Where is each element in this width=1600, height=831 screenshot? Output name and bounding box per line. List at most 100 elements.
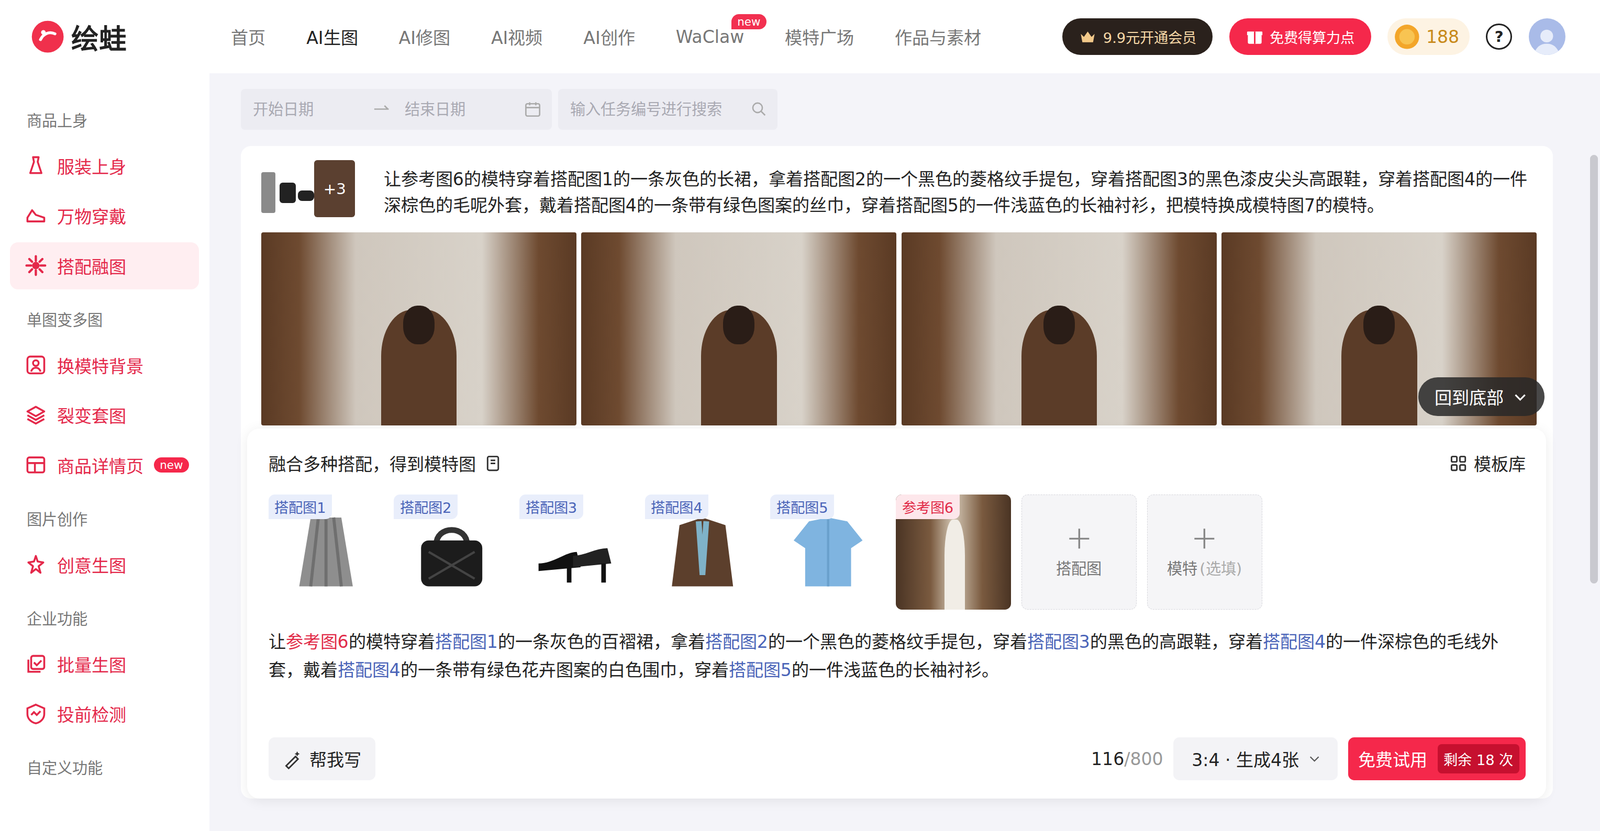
logo[interactable]: 绘蛙	[30, 16, 127, 57]
magic-pen-icon	[282, 749, 304, 770]
result-image[interactable]	[581, 232, 897, 426]
composer-panel: 融合多种搭配，得到模特图模板库搭配图1搭配图2搭配图3搭配图4搭配图5参考图6搭…	[247, 428, 1547, 800]
slot-label: 搭配图4	[645, 494, 709, 520]
section-title: 图片创作	[9, 507, 199, 530]
frog-logo-icon	[30, 19, 65, 54]
help-write-button[interactable]: 帮我写	[268, 737, 376, 781]
thumb-more: +3	[314, 160, 355, 218]
image-reference: 搭配图2	[705, 631, 769, 653]
portrait-icon	[24, 353, 48, 377]
image-slot[interactable]: 参考图6	[895, 494, 1011, 610]
plus-icon	[1065, 525, 1093, 553]
image-slot[interactable]: 搭配图3	[519, 494, 635, 610]
prompt-text: 的黑色的高跟鞋，穿着	[1090, 631, 1263, 653]
image-slot[interactable]: 搭配图1	[268, 494, 384, 610]
search-icon	[750, 101, 768, 118]
end-date-input[interactable]	[402, 99, 514, 120]
plus-icon	[1191, 525, 1218, 553]
nav-item[interactable]: 首页	[230, 24, 266, 50]
sidebar-item[interactable]: 服装上身	[9, 142, 199, 190]
image-reference: 搭配图5	[728, 660, 792, 681]
coin-balance[interactable]: 188	[1387, 18, 1470, 55]
slot-label: 模特(选填)	[1167, 556, 1242, 579]
image-slot[interactable]: 搭配图4	[645, 494, 761, 610]
scrollbar-thumb[interactable]	[1590, 154, 1599, 584]
section-title: 自定义功能	[9, 756, 199, 779]
input-thumbnails[interactable]: +3	[261, 160, 355, 218]
image-reference: 搭配图4	[337, 660, 401, 681]
back-to-bottom-button[interactable]: 回到底部	[1418, 377, 1545, 417]
result-image[interactable]	[901, 232, 1217, 426]
sidebar: 商品上身服装上身万物穿戴搭配融图单图变多图换模特背景裂变套图商品详情页new 图片…	[0, 73, 210, 831]
nav-item[interactable]: WaClawnew	[675, 26, 745, 48]
nav-item[interactable]: AI修图	[398, 24, 451, 50]
nav-item[interactable]: AI创作	[583, 24, 635, 50]
start-date-input[interactable]	[250, 99, 362, 120]
sidebar-item[interactable]: 投前检测	[9, 691, 199, 739]
top-bar: 绘蛙 首页 AI生图 AI修图 AI视频 AI创作 WaClawnew 模特广场 作品与素材 9.…	[0, 0, 1600, 74]
sidebar-item[interactable]: 换模特背景	[9, 341, 199, 390]
nav-item[interactable]: AI生图	[306, 24, 358, 50]
image-slot[interactable]: 搭配图2	[393, 494, 509, 610]
ratio-dropdown[interactable]: 3:4 · 生成4张	[1173, 737, 1338, 781]
nav-item[interactable]: 作品与素材	[894, 24, 982, 50]
date-range[interactable]	[240, 89, 552, 130]
composer-header: 融合多种搭配，得到模特图模板库	[268, 450, 1526, 476]
layers-icon	[24, 404, 48, 427]
image-reference: 搭配图1	[435, 631, 498, 653]
result-image[interactable]	[261, 232, 577, 426]
sidebar-section: 商品上身服装上身万物穿戴搭配融图	[9, 108, 199, 290]
slot-label: 搭配图2	[393, 494, 458, 520]
prompt-text: 的一个黑色的菱格纹手提包，穿着	[768, 631, 1028, 653]
filter-bar	[240, 89, 1553, 130]
chevron-down-icon	[1307, 751, 1322, 766]
new-badge: new	[731, 14, 768, 30]
user-avatar[interactable]	[1528, 18, 1566, 55]
sidebar-item[interactable]: 创意生图	[9, 541, 199, 589]
vip-button[interactable]: 9.9元开通会员	[1062, 18, 1213, 55]
thumb-bag	[279, 182, 296, 204]
slot-label: 搭配图3	[519, 494, 584, 520]
header-actions: 9.9元开通会员免费得算力点 188?	[1062, 18, 1566, 55]
user-icon	[1531, 24, 1562, 55]
thumb-shoes	[297, 190, 315, 201]
sidebar-item[interactable]: 万物穿戴	[9, 192, 199, 240]
add-image-slot[interactable]: 搭配图	[1021, 494, 1137, 610]
sidebar-item[interactable]: 商品详情页new	[9, 441, 199, 490]
main-nav: 首页 AI生图 AI修图 AI视频 AI创作 WaClawnew 模特广场 作品与素材	[230, 24, 982, 50]
add-image-slot[interactable]: 模特(选填)	[1147, 494, 1263, 610]
model-head	[723, 305, 755, 345]
flower-icon	[24, 254, 48, 277]
result-grid	[261, 232, 1537, 426]
product-image	[782, 506, 874, 598]
shield-chart-icon	[24, 703, 48, 726]
free-points-button[interactable]: 免费得算力点	[1229, 18, 1372, 55]
nav-item[interactable]: AI视频	[491, 24, 543, 50]
template-library-button[interactable]: 模板库	[1449, 450, 1526, 476]
slot-label: 搭配图1	[268, 494, 333, 520]
help-button[interactable]: ?	[1485, 23, 1513, 51]
model-head	[1363, 305, 1395, 345]
sidebar-item[interactable]: 裂变套图	[9, 391, 199, 439]
sidebar-section: 自定义功能	[9, 756, 199, 779]
image-reference: 搭配图4	[1262, 631, 1326, 653]
submit-button[interactable]: 免费试用剩余 18 次	[1348, 737, 1526, 781]
slot-label: 搭配图5	[770, 494, 835, 520]
remaining-badge: 剩余 18 次	[1437, 744, 1520, 774]
section-title: 单图变多图	[9, 307, 199, 330]
image-slots: 搭配图1 搭配图2 搭配图3 搭配图4 搭配图5 参考图6搭配图模特(选填)	[268, 494, 1526, 610]
nav-item[interactable]: 模特广场	[784, 24, 854, 50]
new-badge: new	[153, 457, 190, 473]
task-search[interactable]	[558, 89, 778, 130]
product-image	[530, 506, 623, 598]
sidebar-item[interactable]: 搭配融图	[9, 242, 199, 290]
workspace: 商品上身服装上身万物穿戴搭配融图单图变多图换模特背景裂变套图商品详情页new 图片…	[0, 73, 1600, 831]
prompt-editor[interactable]: 让参考图6的模特穿着搭配图1的一条灰色的百褶裙，拿着搭配图2的一个黑色的菱格纹手…	[268, 628, 1526, 686]
sidebar-item[interactable]: 批量生图	[9, 640, 199, 688]
crown-icon	[1078, 27, 1097, 47]
section-title: 企业功能	[9, 606, 199, 629]
main-panel: +3让参考图6的模特穿着搭配图1的一条灰色的长裙，拿着搭配图2的一个黑色的菱格纹…	[209, 73, 1600, 831]
product-image	[656, 506, 749, 598]
task-search-input[interactable]	[568, 99, 752, 120]
image-slot[interactable]: 搭配图5	[770, 494, 886, 610]
